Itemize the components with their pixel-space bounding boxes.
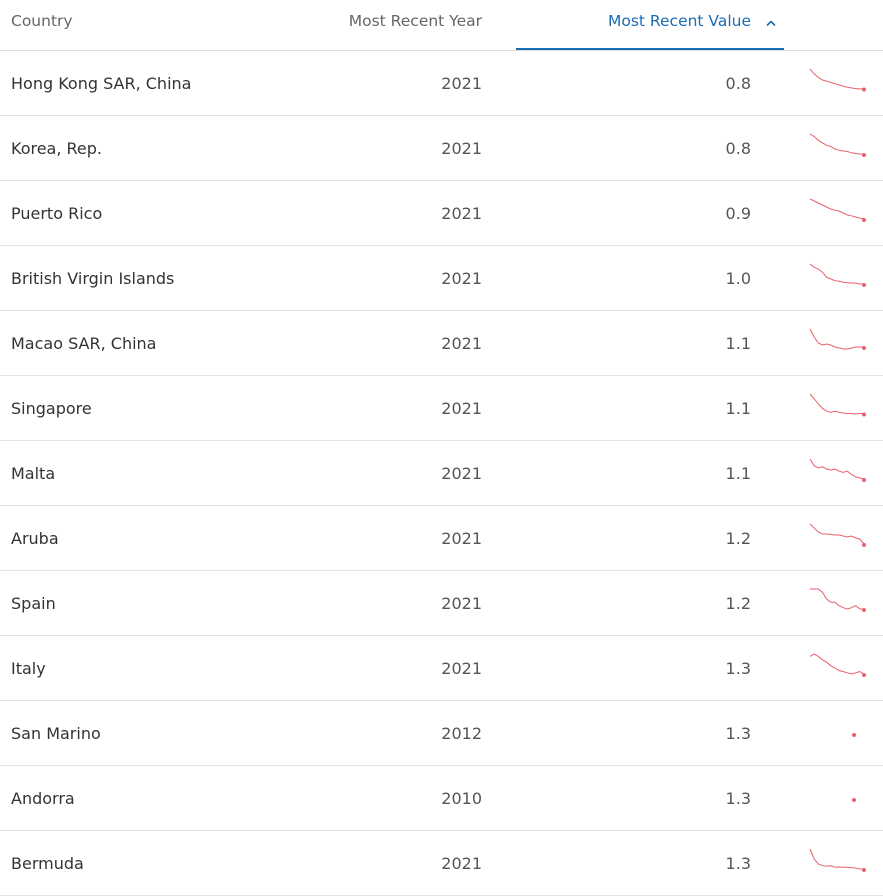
row-country[interactable]: Singapore [11, 399, 92, 418]
sparkline-point [862, 153, 866, 157]
sparkline-line [809, 458, 865, 480]
table-row[interactable]: Malta 2021 1.1 [0, 441, 883, 506]
sparkline-chart [809, 653, 866, 677]
sparkline-point [862, 673, 866, 677]
sparkline-chart [809, 198, 866, 222]
column-header-country[interactable]: Country [11, 12, 73, 30]
sparkline-point [862, 543, 866, 547]
row-year: 2021 [441, 204, 482, 223]
row-country[interactable]: Korea, Rep. [11, 139, 102, 158]
row-year: 2021 [441, 269, 482, 288]
sparkline-point [862, 218, 866, 222]
row-country[interactable]: Hong Kong SAR, China [11, 74, 191, 93]
sparkline-point [862, 478, 866, 482]
row-value: 1.3 [725, 724, 751, 743]
row-country[interactable]: Aruba [11, 529, 59, 548]
sparkline-point [852, 798, 856, 802]
row-year: 2021 [441, 139, 482, 158]
sparkline-chart [809, 68, 866, 92]
sparkline-line [809, 68, 865, 90]
column-header-value-label: Most Recent Value [608, 12, 751, 30]
sparkline-chart [809, 458, 866, 482]
sparkline-chart [852, 733, 856, 737]
sparkline-point [862, 412, 866, 417]
row-country[interactable]: Spain [11, 594, 56, 613]
row-year: 2021 [441, 594, 482, 613]
table-row[interactable]: British Virgin Islands 2021 1.0 [0, 246, 883, 311]
sparkline-point [862, 283, 866, 287]
row-country[interactable]: British Virgin Islands [11, 269, 174, 288]
sparkline-line [809, 263, 864, 285]
row-year: 2021 [441, 854, 482, 873]
row-year: 2012 [441, 724, 482, 743]
row-value: 1.1 [725, 334, 751, 353]
row-country[interactable]: Macao SAR, China [11, 334, 156, 353]
row-country[interactable]: Malta [11, 464, 55, 483]
data-table: Country Most Recent Year Most Recent Val… [0, 0, 883, 896]
table-row[interactable]: Puerto Rico 2021 0.9 [0, 181, 883, 246]
sparkline-line [809, 848, 864, 870]
table-row[interactable]: Macao SAR, China 2021 1.1 [0, 311, 883, 376]
sparkline-chart [809, 263, 866, 287]
column-header-year[interactable]: Most Recent Year [349, 12, 482, 30]
row-country[interactable]: Bermuda [11, 854, 84, 873]
column-header-value[interactable]: Most Recent Value [516, 0, 784, 50]
sparkline-chart [809, 848, 866, 872]
row-year: 2021 [441, 334, 482, 353]
sparkline-chart [809, 133, 866, 157]
sparkline-chart [810, 588, 866, 612]
row-year: 2021 [441, 659, 482, 678]
table-row[interactable]: Spain 2021 1.2 [0, 571, 883, 636]
chevron-up-icon[interactable] [764, 16, 778, 30]
row-value: 0.9 [725, 204, 751, 223]
table-row[interactable]: San Marino 2012 1.3 [0, 701, 883, 766]
sparkline-point [862, 87, 866, 92]
row-value: 1.3 [725, 854, 751, 873]
table-row[interactable]: Andorra 2010 1.3 [0, 766, 883, 831]
row-value: 1.1 [725, 464, 751, 483]
sparkline-chart [852, 798, 856, 802]
row-country[interactable]: Italy [11, 659, 46, 678]
sparkline-point [862, 868, 866, 872]
table-row[interactable]: Italy 2021 1.3 [0, 636, 883, 701]
row-country[interactable]: Andorra [11, 789, 75, 808]
table-row[interactable]: Hong Kong SAR, China 2021 0.8 [0, 51, 883, 116]
table-row[interactable]: Aruba 2021 1.2 [0, 506, 883, 571]
row-value: 1.0 [725, 269, 751, 288]
row-value: 1.2 [725, 594, 751, 613]
row-value: 1.3 [725, 789, 751, 808]
row-value: 1.2 [725, 529, 751, 548]
row-value: 1.3 [725, 659, 751, 678]
table-body: Hong Kong SAR, China 2021 0.8 Korea, Rep. 20… [0, 51, 883, 896]
sparkline-chart [809, 328, 866, 350]
row-value: 1.1 [725, 399, 751, 418]
row-year: 2021 [441, 74, 482, 93]
sparkline-line [809, 523, 865, 545]
row-year: 2010 [441, 789, 482, 808]
row-value: 0.8 [725, 74, 751, 93]
row-country[interactable]: Puerto Rico [11, 204, 102, 223]
sparkline-line [809, 198, 865, 220]
row-year: 2021 [441, 529, 482, 548]
table-row[interactable]: Korea, Rep. 2021 0.8 [0, 116, 883, 181]
table-row[interactable]: Bermuda 2021 1.3 [0, 831, 883, 896]
sparkline-line [809, 393, 864, 415]
table-row[interactable]: Singapore 2021 1.1 [0, 376, 883, 441]
row-year: 2021 [441, 464, 482, 483]
sparkline-chart [809, 523, 866, 547]
sparkline-line [809, 328, 864, 350]
table-header: Country Most Recent Year Most Recent Val… [0, 0, 883, 51]
row-value: 0.8 [725, 139, 751, 158]
sparkline-point [862, 346, 866, 350]
row-country[interactable]: San Marino [11, 724, 101, 743]
sparkline-line [809, 133, 864, 155]
sparkline-point [862, 608, 866, 612]
sparkline-line [809, 653, 865, 675]
sparkline-point [852, 733, 856, 737]
sparkline-chart [809, 393, 866, 417]
sparkline-line [810, 588, 864, 610]
row-year: 2021 [441, 399, 482, 418]
